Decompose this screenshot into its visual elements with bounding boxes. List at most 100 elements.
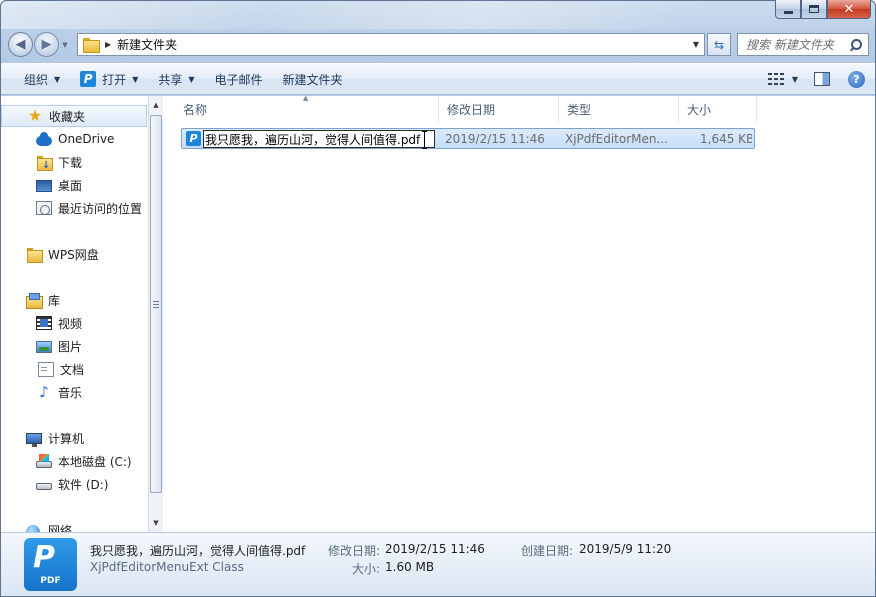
recent-places-icon	[36, 201, 52, 215]
close-icon: ✕	[843, 1, 855, 17]
table-row[interactable]: P 2019/2/15 11:46 XjPdfEditorMen... 1,64…	[181, 128, 755, 149]
new-folder-button[interactable]: 新建文件夹	[275, 63, 351, 95]
file-modified-date: 2019/2/15 11:46	[445, 132, 545, 146]
column-label: 大小	[687, 102, 712, 117]
pdf-file-icon: P PDF	[24, 538, 77, 591]
maximize-icon	[809, 5, 819, 13]
nav-label: 文档	[60, 362, 85, 377]
document-icon	[38, 361, 54, 377]
pdf-logo-glyph: P	[33, 540, 55, 575]
maximize-button[interactable]	[801, 0, 827, 19]
search-box[interactable]	[737, 33, 869, 56]
nav-item-network[interactable]: 网络	[1, 519, 72, 532]
navigation-scrollbar[interactable]: ▲ ▼	[148, 96, 163, 532]
organize-menu[interactable]: 组织 ▼	[1, 63, 72, 95]
nav-item-wps-drive[interactable]: WPS网盘	[1, 243, 99, 265]
forward-button[interactable]: ▶	[34, 32, 59, 57]
nav-item-music[interactable]: ♪ 音乐	[1, 381, 82, 403]
details-created-value: 2019/5/9 11:20	[579, 542, 672, 556]
nav-label: WPS网盘	[48, 247, 99, 262]
column-header-type[interactable]: 类型	[559, 96, 679, 122]
new-folder-label: 新建文件夹	[282, 72, 343, 87]
breadcrumb-separator-icon[interactable]: ▶	[105, 40, 111, 49]
details-modified-value: 2019/2/15 11:46	[385, 542, 485, 556]
view-details-icon[interactable]	[767, 72, 786, 86]
open-button[interactable]: P 打开 ▼	[72, 63, 146, 95]
nav-item-videos[interactable]: 视频	[1, 312, 82, 334]
video-icon	[36, 316, 52, 330]
email-button[interactable]: 电子邮件	[207, 63, 271, 95]
text-cursor-icon	[422, 131, 428, 149]
column-header-size[interactable]: 大小	[679, 96, 757, 122]
scroll-thumb[interactable]	[150, 115, 162, 493]
address-bar[interactable]: ▶ 新建文件夹 ▼	[77, 33, 705, 56]
nav-item-recent[interactable]: 最近访问的位置	[1, 197, 142, 219]
star-icon: ★	[27, 106, 43, 125]
library-icon	[26, 292, 43, 309]
share-label: 共享	[158, 72, 183, 87]
pdf-icon-caption: PDF	[40, 576, 61, 586]
history-nav: ◀ ▶ ▼	[8, 32, 70, 57]
file-type: XjPdfEditorMen...	[565, 132, 668, 146]
file-list: ▲ 名称 修改日期 类型 大小 P 2019/2/15 11:46 XjPdfE…	[163, 94, 875, 532]
details-pane: P PDF 我只愿我，遍历山河，觉得人间值得.pdf XjPdfEditorMe…	[1, 532, 875, 596]
column-header-modified[interactable]: 修改日期	[439, 96, 559, 122]
folder-icon	[83, 38, 100, 53]
rename-input[interactable]	[203, 130, 435, 148]
scroll-up-icon[interactable]: ▲	[149, 98, 163, 112]
search-icon[interactable]	[850, 38, 862, 51]
email-label: 电子邮件	[214, 72, 263, 87]
preview-pane-icon[interactable]	[814, 72, 830, 86]
toolbar-right: ▼ ?	[767, 70, 875, 88]
nav-label: 收藏夹	[49, 109, 86, 124]
refresh-button[interactable]: ⇆	[707, 33, 731, 56]
nav-item-libraries[interactable]: 库	[1, 289, 60, 311]
nav-label: 最近访问的位置	[58, 201, 143, 216]
computer-icon	[26, 433, 42, 447]
navigation-pane: ★ 收藏夹 OneDrive ↓ 下载 桌面 最近访问的位置 WPS网盘 库 视频 …	[1, 96, 148, 532]
folder-icon	[26, 246, 43, 263]
nav-item-computer[interactable]: 计算机	[1, 427, 84, 449]
nav-item-pictures[interactable]: 图片	[1, 335, 82, 357]
network-icon	[26, 522, 42, 532]
recent-pages-dropdown[interactable]: ▼	[60, 35, 70, 55]
arrow-left-icon: ◀	[15, 37, 26, 52]
nav-item-drive-c[interactable]: 本地磁盘 (C:)	[1, 450, 132, 472]
minimize-button[interactable]	[775, 0, 801, 19]
details-modified-label: 修改日期:	[328, 544, 381, 558]
details-file-name: 我只愿我，遍历山河，觉得人间值得.pdf	[90, 544, 306, 558]
nav-item-desktop[interactable]: 桌面	[1, 174, 82, 196]
share-menu[interactable]: 共享 ▼	[150, 63, 202, 95]
chevron-down-icon: ▼	[54, 74, 61, 84]
nav-label: OneDrive	[58, 132, 115, 146]
details-created-label: 创建日期:	[521, 544, 574, 558]
pdf-editor-icon: P	[80, 71, 97, 87]
open-label: 打开	[102, 72, 127, 87]
chevron-down-icon: ▼	[188, 74, 195, 84]
arrow-right-icon: ▶	[41, 37, 52, 52]
details-size-label: 大小:	[352, 562, 381, 576]
nav-item-favorites[interactable]: ★ 收藏夹	[1, 105, 147, 127]
column-header-name[interactable]: 名称	[175, 96, 439, 122]
picture-icon	[36, 341, 52, 353]
address-history-dropdown[interactable]: ▼	[688, 34, 704, 55]
nav-item-drive-d[interactable]: 软件 (D:)	[1, 473, 108, 495]
nav-label: 桌面	[58, 178, 83, 193]
chevron-down-icon: ▼	[692, 40, 700, 49]
details-size-value: 1.60 MB	[385, 560, 435, 574]
column-label: 修改日期	[447, 102, 496, 117]
help-icon[interactable]: ?	[848, 70, 865, 88]
view-options-dropdown[interactable]: ▼	[792, 75, 798, 84]
back-button[interactable]: ◀	[8, 32, 33, 57]
breadcrumb-current-folder[interactable]: 新建文件夹	[117, 36, 177, 53]
close-button[interactable]: ✕	[827, 0, 871, 19]
nav-label: 下载	[58, 155, 83, 170]
nav-item-downloads[interactable]: ↓ 下载	[1, 151, 82, 173]
file-size: 1,645 KB	[700, 132, 752, 146]
desktop-icon	[36, 180, 52, 192]
organize-label: 组织	[24, 72, 49, 87]
scroll-down-icon[interactable]: ▼	[149, 516, 163, 530]
search-input[interactable]	[746, 37, 842, 52]
nav-item-documents[interactable]: 文档	[1, 358, 84, 380]
nav-item-onedrive[interactable]: OneDrive	[1, 128, 114, 150]
